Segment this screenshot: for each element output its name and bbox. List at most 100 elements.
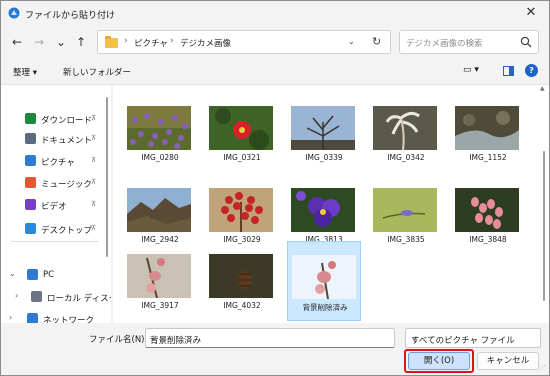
file-name-label: IMG_3848 [469,235,507,244]
tree-item-pc[interactable]: ⌄ PC [1,265,105,285]
navigation-pane: ダウンロード ⊼ ドキュメント ⊼ ピクチャ ⊼ ミュージック ⊼ ビデオ ⊼ デスクトップ ⊼ ⌄ PC… [1,85,111,323]
search-icon [520,36,532,48]
tree-item-disk[interactable]: › ローカル ディスク [1,287,111,307]
file-item[interactable]: IMG_0342 [369,93,443,173]
close-icon[interactable]: ✕ [523,5,539,21]
pin-icon[interactable]: ⊼ [91,156,96,164]
view-options-button[interactable]: ▭ ▾ [463,65,489,79]
file-name-label: IMG_0280 [141,153,179,162]
scrollbar-thumb[interactable] [106,97,108,257]
sidebar-divider [11,241,99,242]
thumbnail-image [127,106,191,150]
sidebar-item-label: ミュージック [41,180,92,190]
address-bar[interactable]: › ピクチャ › デジカメ画像 ⌄ ↻ [97,30,391,54]
preview-pane-icon[interactable] [503,66,514,76]
file-item[interactable]: IMG_0280 [123,93,197,173]
navigation-bar: ← → ⌄ ↑ › ピクチャ › デジカメ画像 ⌄ ↻ デジカメ画像の検索 [1,25,549,59]
sidebar-item-desktop[interactable]: デスクトップ ⊼ [1,219,105,239]
thumbnail-image [373,106,437,150]
dialog-footer: ファイル名(N): 背景削除済み ⌄ すべてのピクチャ ファイル ⌄ 開く(O)… [1,323,549,375]
title-bar: ファイルから貼り付け ✕ [1,1,549,25]
desktop-icon [25,223,36,234]
scroll-up-icon[interactable]: ▲ [540,85,545,92]
file-list: IMG_0280 IMG_0321 IMG_0339 IMG_0342 IMG_1152… [113,85,549,323]
file-name-label: IMG_3917 [141,301,179,310]
forward-button[interactable]: → [31,34,47,50]
file-item[interactable]: IMG_0339 [287,93,361,173]
file-name-label: IMG_3835 [387,235,425,244]
expand-chevron-icon[interactable]: ⌄ [9,269,16,278]
thumbnail-image [209,106,273,150]
sidebar-item-document[interactable]: ドキュメント ⊼ [1,129,105,149]
sidebar-item-label: ドキュメント [41,136,93,146]
app-icon [8,7,20,19]
new-folder-button[interactable]: 新しいフォルダー [63,66,131,78]
sidebar-item-label: ダウンロード [41,116,93,126]
breadcrumb-separator: › [170,36,174,46]
pin-icon[interactable]: ⊼ [91,200,96,208]
help-icon[interactable]: ? [525,64,538,77]
resize-grip-icon[interactable]: ⋰ [539,364,546,372]
thumbnail-image [292,255,356,299]
thumbnail-image [373,188,437,232]
sidebar-item-music[interactable]: ミュージック ⊼ [1,173,105,193]
filename-dropdown-icon[interactable]: ⌄ [150,333,389,342]
document-icon [25,133,36,144]
file-name-label: IMG_1152 [469,153,507,162]
file-item[interactable]: IMG_3835 [369,175,443,255]
navigation-pane-scrollbar[interactable] [105,85,109,323]
tree-item-network[interactable]: › ネットワーク [1,309,105,323]
pin-icon[interactable]: ⊼ [91,114,96,122]
scrollbar-thumb[interactable] [543,151,545,301]
address-dropdown-icon[interactable]: ⌄ [348,37,355,46]
file-item[interactable]: IMG_3848 [451,175,525,255]
thumbnail-image [455,188,519,232]
file-dialog-window: ファイルから貼り付け ✕ ← → ⌄ ↑ › ピクチャ › デジカメ画像 ⌄ ↻… [0,0,550,376]
open-button[interactable]: 開く(O) [408,352,470,370]
filetype-select[interactable]: すべてのピクチャ ファイル ⌄ [405,328,541,348]
pc-icon [27,269,38,280]
pin-icon[interactable]: ⊼ [91,134,96,142]
file-item[interactable]: IMG_3917 [123,241,197,321]
expand-chevron-icon[interactable]: › [9,313,12,322]
file-name-label: IMG_0321 [223,153,261,162]
refresh-icon[interactable]: ↻ [372,35,381,48]
search-placeholder: デジカメ画像の検索 [406,39,483,49]
file-name-label: IMG_4032 [223,301,261,310]
pin-icon[interactable]: ⊼ [91,224,96,232]
file-item[interactable]: IMG_0321 [205,93,279,173]
file-item[interactable]: IMG_4032 [205,241,279,321]
network-icon [27,313,38,323]
file-item[interactable]: IMG_1152 [451,93,525,173]
search-box[interactable]: デジカメ画像の検索 [399,30,539,54]
recent-locations-button[interactable]: ⌄ [53,34,69,50]
back-button[interactable]: ← [9,34,25,50]
sidebar-item-video[interactable]: ビデオ ⊼ [1,195,105,215]
breadcrumb-pictures[interactable]: ピクチャ [134,37,168,49]
up-button[interactable]: ↑ [73,34,89,50]
cancel-button[interactable]: キャンセル [477,352,539,370]
breadcrumb-separator: › [124,36,128,46]
filetype-dropdown-icon[interactable]: ⌄ [411,333,535,342]
file-item-selected[interactable]: 背景削除済み [287,241,361,321]
folder-icon [105,36,118,48]
filename-input[interactable]: 背景削除済み ⌄ [145,328,395,348]
download-icon [25,113,36,124]
thumbnail-image [455,106,519,150]
file-name-label: 背景削除済み [302,303,348,312]
sidebar-item-label: ビデオ [41,202,67,212]
expand-chevron-icon[interactable]: › [15,291,18,300]
thumbnail-image [127,188,191,232]
sidebar-item-label: デスクトップ [41,226,93,236]
sidebar-item-label: ピクチャ [41,158,75,168]
file-name-label: IMG_0339 [305,153,343,162]
thumbnail-image [291,188,355,232]
thumbnail-image [209,254,273,298]
breadcrumb-digicam[interactable]: デジカメ画像 [180,37,231,49]
sidebar-item-download[interactable]: ダウンロード ⊼ [1,109,105,129]
organize-button[interactable]: 整理 ▾ [13,66,37,78]
sidebar-item-pictures[interactable]: ピクチャ ⊼ [1,151,105,171]
window-title: ファイルから貼り付け [25,11,116,21]
pin-icon[interactable]: ⊼ [91,178,96,186]
file-list-scrollbar[interactable]: ▲ [540,85,546,323]
